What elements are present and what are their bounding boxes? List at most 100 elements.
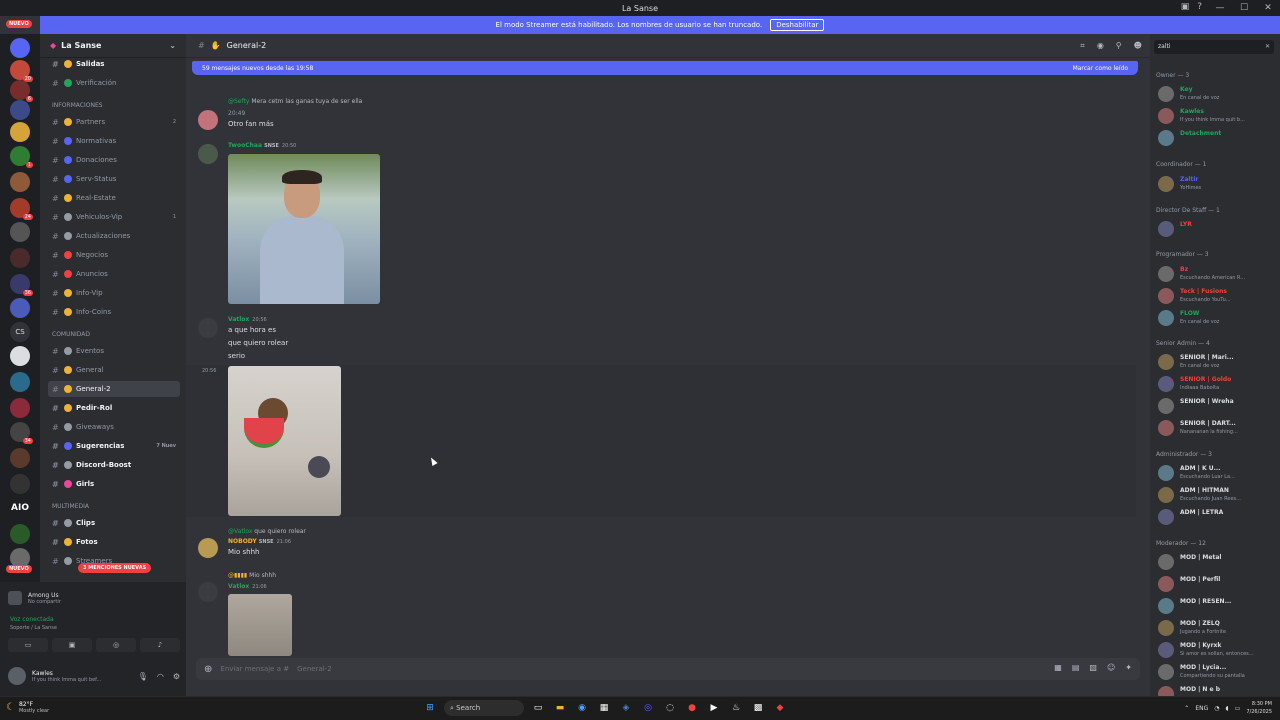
avatar[interactable] bbox=[8, 667, 26, 685]
reply-preview[interactable]: @▮▮▮▮ Mio shhh bbox=[228, 572, 276, 579]
app-icon[interactable]: ◆ bbox=[772, 700, 788, 716]
channel-pedir-rol[interactable]: # Pedir-Rol bbox=[48, 400, 180, 416]
channel-partners[interactable]: # Partners 2 bbox=[48, 114, 180, 130]
media-icon[interactable]: ▶ bbox=[706, 700, 722, 716]
maximize-icon[interactable]: ☐ bbox=[1232, 0, 1256, 16]
member-item[interactable]: MOD | Perfil bbox=[1158, 574, 1276, 594]
volume-icon[interactable]: ◖ bbox=[1226, 705, 1229, 712]
member-item[interactable]: Teck | Fusions Escuchando YouTu... bbox=[1158, 286, 1276, 306]
channel-negocios[interactable]: # Negocios bbox=[48, 247, 180, 263]
windows-start-icon[interactable]: ⊞ bbox=[422, 700, 438, 716]
member-item[interactable]: MOD | RESEN... bbox=[1158, 596, 1276, 616]
channel-sugerencias[interactable]: # Sugerencias 7 Nuev bbox=[48, 438, 180, 454]
microphone-icon[interactable]: 🎙 bbox=[138, 672, 148, 681]
member-item[interactable]: Detachment bbox=[1158, 128, 1276, 148]
activity-card[interactable]: Among Us No compartir bbox=[8, 586, 180, 610]
avatar[interactable] bbox=[198, 144, 218, 164]
channel-serv-status[interactable]: # Serv-Status bbox=[48, 171, 180, 187]
message[interactable]: @▮▮▮▮ Mio shhh Vatlox 21:06 bbox=[198, 572, 1098, 602]
channel-discord-boost[interactable]: # Discord-Boost bbox=[48, 457, 180, 473]
channel-general-2[interactable]: # General-2 bbox=[48, 381, 180, 397]
server-icon[interactable] bbox=[10, 100, 30, 120]
mark-read-button[interactable]: Marcar como leído bbox=[1073, 65, 1128, 72]
server-icon[interactable] bbox=[10, 524, 30, 544]
server-header[interactable]: ◆ La Sanse ⌄ bbox=[40, 34, 186, 58]
server-icon[interactable] bbox=[10, 38, 30, 58]
outlook-icon[interactable]: ◈ bbox=[618, 700, 634, 716]
avatar[interactable] bbox=[198, 582, 218, 602]
channel-normativas[interactable]: # Normativas bbox=[48, 133, 180, 149]
gift-icon[interactable]: ▦ bbox=[1054, 663, 1062, 672]
server-icon[interactable] bbox=[10, 172, 30, 192]
channel-giveaways[interactable]: # Giveaways bbox=[48, 419, 180, 435]
avatar[interactable] bbox=[198, 318, 218, 338]
task-view-icon[interactable]: ▭ bbox=[530, 700, 546, 716]
sticker-icon[interactable]: ▧ bbox=[1089, 663, 1097, 672]
voice-connected-label[interactable]: Voz conectada bbox=[10, 616, 54, 623]
member-item[interactable]: Key En canal de voz bbox=[1158, 84, 1276, 104]
channel-info-vip[interactable]: # Info-Vip bbox=[48, 285, 180, 301]
channel-actualizaciones[interactable]: # Actualizaciones bbox=[48, 228, 180, 244]
member-item[interactable]: ADM | LETRA bbox=[1158, 507, 1276, 527]
message-composer[interactable]: ⊕ Enviar mensaje a # General-2 ▦ ▤ ▧ ☺ ✦ bbox=[196, 658, 1140, 680]
screen-share-button[interactable]: ▣ bbox=[52, 638, 92, 652]
member-item[interactable]: FLOW En canal de voz bbox=[1158, 308, 1276, 328]
avatar[interactable] bbox=[198, 110, 218, 130]
discord-icon[interactable]: ◎ bbox=[640, 700, 656, 716]
folder-icon[interactable]: ▬ bbox=[552, 700, 568, 716]
member-item[interactable]: MOD | Lycia... Compartiendo su pantalla bbox=[1158, 662, 1276, 682]
message-author[interactable]: TwooChaa SNSE 20:50 bbox=[228, 142, 296, 149]
avatar[interactable] bbox=[198, 538, 218, 558]
lang-indicator[interactable]: ENG bbox=[1195, 705, 1208, 712]
server-icon[interactable] bbox=[10, 474, 30, 494]
server-icon[interactable] bbox=[10, 346, 30, 366]
server-icon[interactable]: 36 bbox=[10, 274, 33, 296]
message-author[interactable]: NOBODY SNSE 21:06 bbox=[228, 538, 291, 545]
member-item[interactable]: MOD | Metal bbox=[1158, 552, 1276, 572]
new-messages-bar[interactable]: 59 mensajes nuevos desde las 19:58 Marca… bbox=[192, 61, 1138, 75]
server-icon-aio[interactable]: AIO bbox=[10, 498, 30, 518]
channel-girls[interactable]: # Girls bbox=[48, 476, 180, 492]
member-item[interactable]: SENIOR | Wreha bbox=[1158, 396, 1276, 416]
weather-widget[interactable]: ☾ 82°F Mostly clear bbox=[6, 701, 49, 714]
member-item[interactable]: LYR bbox=[1158, 219, 1276, 239]
camera-button[interactable]: ▭ bbox=[8, 638, 48, 652]
close-icon[interactable]: ✕ bbox=[1265, 40, 1270, 54]
new-mentions-badge[interactable]: 3 MENCIONES NUEVAS bbox=[78, 563, 152, 573]
chevron-up-icon[interactable]: ⌃ bbox=[1184, 705, 1189, 712]
channel-anuncios[interactable]: # Anuncios bbox=[48, 266, 180, 282]
emoji-icon[interactable]: ☺ bbox=[1107, 663, 1115, 672]
channel-general[interactable]: # General bbox=[48, 362, 180, 378]
member-item[interactable]: MOD | Kyrxk Si amor es sollan, entonces..… bbox=[1158, 640, 1276, 660]
server-icon[interactable]: 20 bbox=[10, 60, 33, 82]
app-icon[interactable]: ● bbox=[684, 700, 700, 716]
message-author[interactable]: Vatlox 21:06 bbox=[228, 583, 267, 590]
member-item[interactable]: Kawles If you think Imma quit b... bbox=[1158, 106, 1276, 126]
server-icon[interactable] bbox=[10, 448, 30, 468]
member-item[interactable]: MOD | N e b bbox=[1158, 684, 1276, 696]
bell-icon[interactable]: ◉ bbox=[1097, 41, 1104, 51]
inbox-icon[interactable]: ▣ bbox=[1181, 2, 1190, 12]
server-icon[interactable] bbox=[10, 248, 30, 268]
message[interactable]: @Sefty Mera cetm las ganas tuya de ser e… bbox=[198, 98, 1098, 138]
clock[interactable]: 8:30 PM 7/26/2025 bbox=[1246, 700, 1272, 716]
battery-icon[interactable]: ▭ bbox=[1235, 705, 1241, 712]
server-icon[interactable] bbox=[10, 122, 30, 142]
apps-icon[interactable]: ✦ bbox=[1125, 663, 1132, 672]
server-icon[interactable] bbox=[10, 298, 30, 318]
gif-icon[interactable]: ▤ bbox=[1072, 663, 1080, 672]
member-item[interactable]: Zaltir YoHimes bbox=[1158, 174, 1276, 194]
voice-location[interactable]: Soporte / La Sanse bbox=[10, 625, 57, 631]
server-icon[interactable]: 1 bbox=[10, 146, 33, 168]
soundboard-button[interactable]: ♪ bbox=[140, 638, 180, 652]
gif-attachment[interactable] bbox=[228, 154, 380, 304]
member-item[interactable]: SENIOR | Mari... En canal de voz bbox=[1158, 352, 1276, 372]
channel-fotos[interactable]: # Fotos bbox=[48, 534, 180, 550]
search-input[interactable]: zalti ✕ bbox=[1154, 40, 1274, 54]
server-icon[interactable]: 6 bbox=[10, 80, 33, 102]
message[interactable]: @Vatlox que quiero rolear NOBODY SNSE 21:… bbox=[198, 528, 1098, 558]
gear-icon[interactable]: ⚙ bbox=[173, 672, 180, 681]
channel-vehiculos-vip[interactable]: # Vehiculos-Vip 1 bbox=[48, 209, 180, 225]
server-icon[interactable] bbox=[10, 398, 30, 418]
gif-attachment[interactable] bbox=[228, 594, 292, 656]
